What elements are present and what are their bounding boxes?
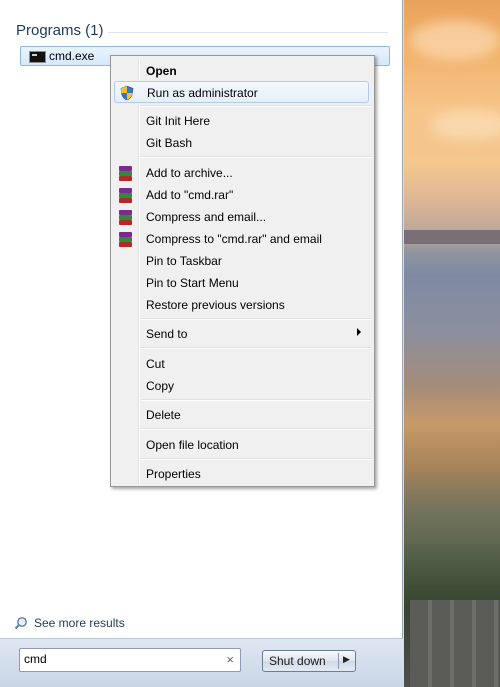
menu-item-label: Git Bash bbox=[146, 136, 193, 150]
menu-item-open-file-location[interactable]: Open file location bbox=[114, 434, 369, 456]
menu-item-label: Compress to "cmd.rar" and email bbox=[146, 232, 322, 246]
menu-item-add-to-archive[interactable]: Add to archive... bbox=[114, 162, 369, 184]
menu-item-label: Copy bbox=[146, 379, 175, 393]
menu-item-label: Add to "cmd.rar" bbox=[146, 188, 234, 202]
menu-item-copy[interactable]: Copy bbox=[114, 375, 369, 397]
shoreline-decoration bbox=[400, 230, 500, 244]
group-divider bbox=[108, 32, 388, 33]
menu-item-delete[interactable]: Delete bbox=[114, 404, 369, 426]
menu-item-label: Send to bbox=[146, 327, 188, 341]
menu-item-label: Pin to Taskbar bbox=[146, 254, 222, 268]
menu-item-label: Compress and email... bbox=[146, 210, 267, 224]
shutdown-options-arrow-icon[interactable]: ▶ bbox=[343, 654, 350, 665]
menu-item-git-init-here[interactable]: Git Init Here bbox=[114, 110, 369, 132]
winrar-icon bbox=[118, 209, 134, 225]
cloud-decoration bbox=[430, 110, 500, 140]
menu-item-compress-and-email[interactable]: Compress and email... bbox=[114, 206, 369, 228]
menu-item-label: Open bbox=[146, 64, 177, 78]
menu-item-restore-previous-versions[interactable]: Restore previous versions bbox=[114, 294, 369, 316]
magnifier-icon bbox=[14, 617, 27, 630]
search-box[interactable]: × bbox=[19, 648, 241, 672]
programs-group-header: Programs (1) bbox=[16, 22, 104, 39]
menu-separator bbox=[141, 399, 371, 400]
menu-item-label: Git Init Here bbox=[146, 114, 211, 128]
clear-search-icon[interactable]: × bbox=[226, 652, 234, 667]
winrar-icon bbox=[118, 231, 134, 247]
console-icon bbox=[29, 51, 46, 63]
search-result-label: cmd.exe bbox=[49, 49, 95, 63]
menu-separator bbox=[141, 318, 371, 319]
shutdown-label: Shut down bbox=[269, 654, 326, 668]
menu-separator bbox=[141, 428, 371, 429]
menu-item-git-bash[interactable]: Git Bash bbox=[114, 132, 369, 154]
search-input[interactable] bbox=[24, 651, 214, 667]
menu-item-label: Add to archive... bbox=[146, 166, 233, 180]
menu-separator bbox=[141, 156, 371, 157]
deck-decoration bbox=[410, 600, 500, 687]
menu-item-pin-to-start-menu[interactable]: Pin to Start Menu bbox=[114, 272, 369, 294]
menu-separator bbox=[141, 105, 371, 106]
menu-separator bbox=[141, 458, 371, 459]
menu-separator bbox=[141, 347, 371, 348]
menu-item-add-to-cmd-rar[interactable]: Add to "cmd.rar" bbox=[114, 184, 369, 206]
shutdown-divider bbox=[338, 653, 339, 669]
menu-item-cut[interactable]: Cut bbox=[114, 353, 369, 375]
uac-shield-icon bbox=[120, 85, 134, 101]
winrar-icon bbox=[118, 187, 134, 203]
submenu-arrow-icon bbox=[357, 328, 361, 336]
menu-item-label: Restore previous versions bbox=[146, 298, 285, 312]
menu-item-label: Cut bbox=[146, 357, 165, 371]
menu-item-run-as-administrator[interactable]: Run as administrator bbox=[114, 81, 369, 103]
menu-item-send-to[interactable]: Send to bbox=[114, 323, 369, 345]
menu-item-label: Open file location bbox=[146, 438, 239, 452]
menu-item-label: Properties bbox=[146, 467, 201, 481]
shutdown-button[interactable]: Shut down ▶ bbox=[262, 650, 356, 672]
menu-item-label: Delete bbox=[146, 408, 181, 422]
context-menu: Open Run as administrator Git Init Here … bbox=[110, 55, 375, 487]
menu-item-properties[interactable]: Properties bbox=[114, 463, 369, 485]
menu-item-open[interactable]: Open bbox=[114, 60, 369, 82]
menu-item-label: Pin to Start Menu bbox=[146, 276, 239, 290]
menu-item-pin-to-taskbar[interactable]: Pin to Taskbar bbox=[114, 250, 369, 272]
winrar-icon bbox=[118, 165, 134, 181]
see-more-results-label: See more results bbox=[34, 616, 125, 630]
menu-item-label: Run as administrator bbox=[147, 86, 258, 100]
cloud-decoration bbox=[410, 20, 500, 60]
menu-item-compress-to-cmd-rar-and-email[interactable]: Compress to "cmd.rar" and email bbox=[114, 228, 369, 250]
